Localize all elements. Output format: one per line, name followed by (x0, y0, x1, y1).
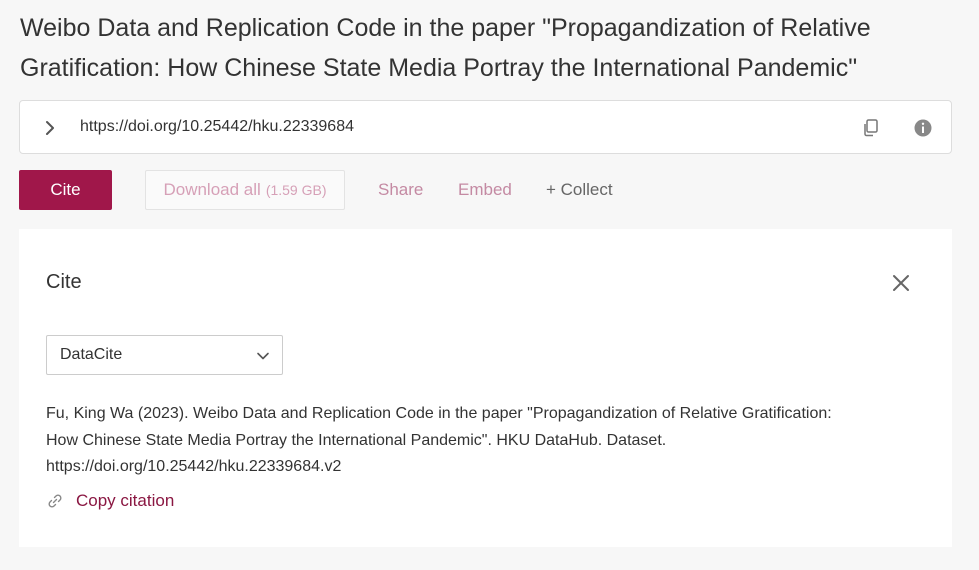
copy-icon[interactable] (860, 117, 882, 139)
copy-citation-button[interactable]: Copy citation (46, 490, 174, 512)
link-icon (48, 494, 62, 508)
chevron-down-icon (257, 352, 269, 360)
info-icon[interactable] (912, 117, 934, 139)
download-all-button[interactable]: Download all (1.59 GB) (145, 170, 345, 210)
chevron-right-icon[interactable] (42, 116, 58, 140)
citation-format-select[interactable]: DataCite (46, 335, 283, 375)
cite-panel-title: Cite (46, 271, 82, 293)
collect-link[interactable]: + Collect (546, 180, 613, 200)
doi-bar: https://doi.org/10.25442/hku.22339684 (19, 100, 952, 154)
citation-text: Fu, King Wa (2023). Weibo Data and Repli… (46, 405, 832, 475)
download-all-label: Download all (163, 180, 261, 199)
cite-button[interactable]: Cite (19, 170, 112, 210)
cite-panel: Cite DataCite Fu, King Wa (2023). Weibo … (19, 229, 952, 547)
download-size: (1.59 GB) (265, 182, 327, 198)
embed-link[interactable]: Embed (458, 180, 512, 200)
action-bar: Cite Download all (1.59 GB) Share Embed … (19, 170, 952, 210)
citation-format-value: DataCite (60, 346, 123, 363)
copy-citation-label: Copy citation (76, 491, 175, 510)
doi-url[interactable]: https://doi.org/10.25442/hku.22339684 (80, 118, 354, 136)
page-title: Weibo Data and Replication Code in the p… (20, 14, 871, 82)
close-icon[interactable] (889, 271, 913, 295)
share-link[interactable]: Share (378, 180, 423, 200)
